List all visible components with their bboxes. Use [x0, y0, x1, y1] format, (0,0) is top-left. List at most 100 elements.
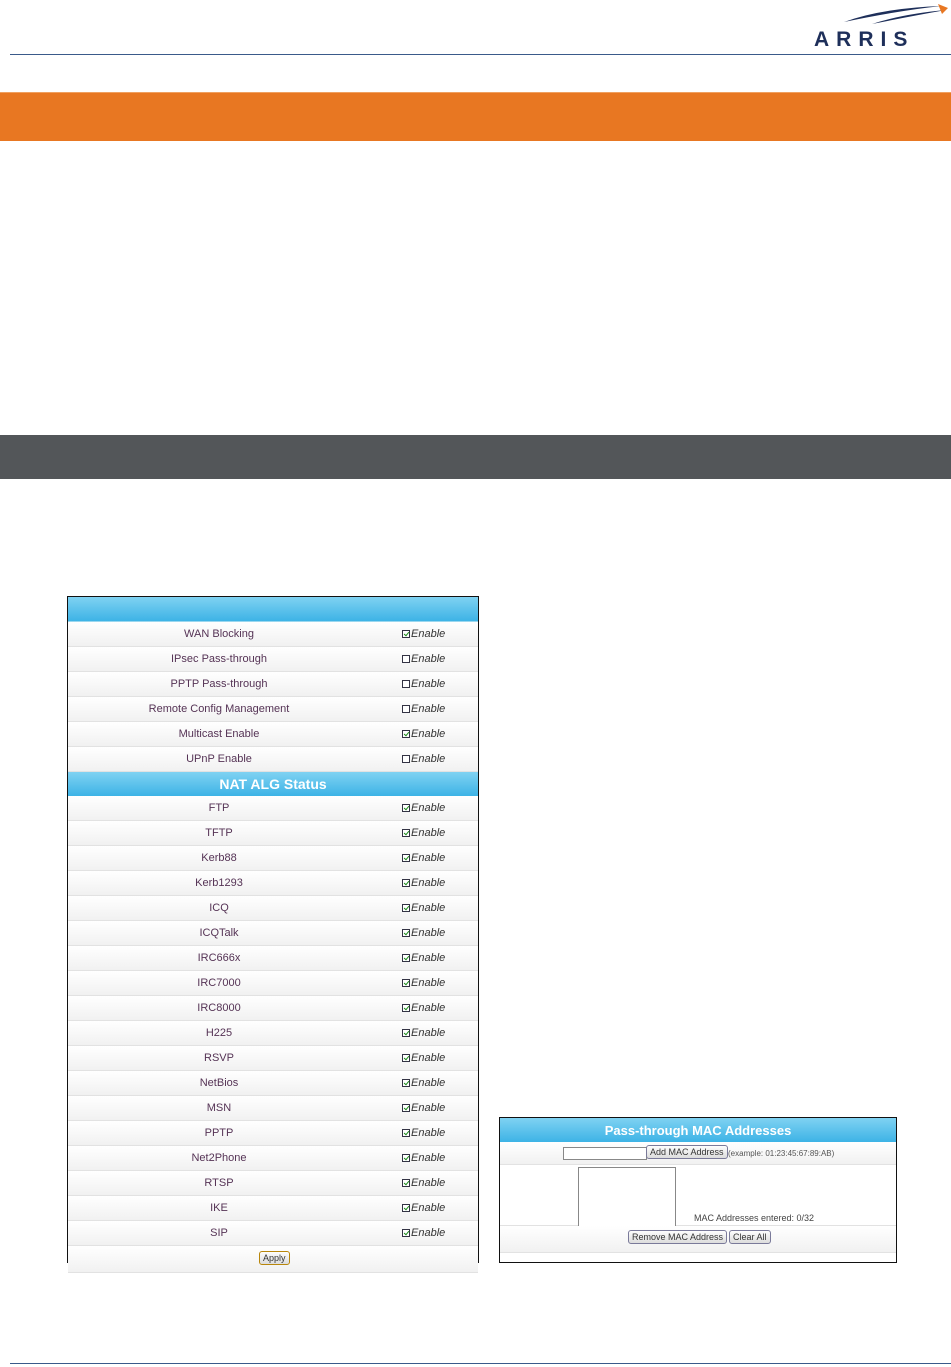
setting-label: Net2Phone [191, 1152, 247, 1164]
enable-checkbox[interactable]: Enable [402, 1127, 445, 1139]
arris-logo: ARRIS [812, 0, 951, 52]
enable-checkbox[interactable]: Enable [402, 1052, 445, 1064]
unchecked-box-icon[interactable] [402, 655, 410, 663]
enable-checkbox[interactable]: Enable [402, 827, 445, 839]
enable-label: Enable [411, 1102, 446, 1114]
enable-checkbox[interactable]: Enable [402, 678, 445, 690]
enable-label: Enable [411, 952, 446, 964]
setting-label: IRC666x [197, 952, 241, 964]
unchecked-box-icon[interactable] [402, 705, 410, 713]
unchecked-box-icon[interactable] [402, 755, 410, 763]
setting-row: IRC666x Enable [68, 946, 478, 971]
setting-row: WAN Blocking Enable [68, 622, 478, 647]
enable-label: Enable [411, 678, 446, 690]
checked-box-icon[interactable] [402, 1154, 410, 1162]
setting-row: ICQTalk Enable [68, 921, 478, 946]
enable-checkbox[interactable]: Enable [402, 753, 445, 765]
checked-box-icon[interactable] [402, 630, 410, 638]
setting-row: IPsec Pass-through Enable [68, 647, 478, 672]
setting-label: Kerb88 [201, 852, 237, 864]
checked-box-icon[interactable] [402, 929, 410, 937]
mac-address-list[interactable] [578, 1167, 676, 1227]
enable-label: Enable [411, 1077, 446, 1089]
setting-label: UPnP Enable [186, 753, 252, 765]
apply-row: Apply [68, 1246, 478, 1273]
checked-box-icon[interactable] [402, 904, 410, 912]
setting-row: PPTP Pass-through Enable [68, 672, 478, 697]
checked-box-icon[interactable] [402, 804, 410, 812]
add-mac-address-button[interactable]: Add MAC Address [646, 1145, 728, 1159]
checked-box-icon[interactable] [402, 730, 410, 738]
enable-checkbox[interactable]: Enable [402, 1102, 445, 1114]
enable-checkbox[interactable]: Enable [402, 852, 445, 864]
setting-label: FTP [208, 802, 230, 814]
remove-mac-address-button[interactable]: Remove MAC Address [628, 1230, 728, 1244]
header-divider [10, 54, 951, 55]
enable-checkbox[interactable]: Enable [402, 977, 445, 989]
enable-checkbox[interactable]: Enable [402, 628, 445, 640]
setting-label: RSVP [204, 1052, 234, 1064]
mac-address-input[interactable] [563, 1147, 647, 1160]
mac-example-text: (example: 01:23:45:67:89:AB) [728, 1149, 835, 1158]
setting-row: Kerb1293 Enable [68, 871, 478, 896]
enable-label: Enable [411, 728, 446, 740]
nat-alg-rows: FTP Enable TFTP Enable Kerb88 Enable Kerb1293 E… [68, 796, 478, 1246]
enable-label: Enable [411, 802, 446, 814]
options-panel-header [68, 597, 478, 622]
unchecked-box-icon[interactable] [402, 680, 410, 688]
checked-box-icon[interactable] [402, 979, 410, 987]
checked-box-icon[interactable] [402, 1079, 410, 1087]
setting-row: IKE Enable [68, 1196, 478, 1221]
enable-checkbox[interactable]: Enable [402, 1002, 445, 1014]
setting-label: PPTP [204, 1127, 234, 1139]
enable-checkbox[interactable]: Enable [402, 1027, 445, 1039]
enable-checkbox[interactable]: Enable [402, 952, 445, 964]
enable-checkbox[interactable]: Enable [402, 728, 445, 740]
enable-label: Enable [411, 852, 446, 864]
setting-row: RSVP Enable [68, 1046, 478, 1071]
setting-label: MSN [206, 1102, 232, 1114]
enable-checkbox[interactable]: Enable [402, 1077, 445, 1089]
checked-box-icon[interactable] [402, 1054, 410, 1062]
mac-actions-row: Remove MAC Address Clear All [500, 1226, 896, 1253]
enable-checkbox[interactable]: Enable [402, 1177, 445, 1189]
passthrough-header: Pass-through MAC Addresses [500, 1118, 896, 1142]
enable-label: Enable [411, 1177, 446, 1189]
enable-label: Enable [411, 703, 446, 715]
checked-box-icon[interactable] [402, 1129, 410, 1137]
checked-box-icon[interactable] [402, 829, 410, 837]
setting-label: TFTP [205, 827, 233, 839]
checked-box-icon[interactable] [402, 1204, 410, 1212]
clear-all-button[interactable]: Clear All [729, 1230, 771, 1244]
checked-box-icon[interactable] [402, 1004, 410, 1012]
checked-box-icon[interactable] [402, 954, 410, 962]
enable-label: Enable [411, 1152, 446, 1164]
logo-text: ARRIS [814, 28, 915, 51]
enable-checkbox[interactable]: Enable [402, 802, 445, 814]
enable-checkbox[interactable]: Enable [402, 703, 445, 715]
apply-button[interactable]: Apply [259, 1251, 290, 1265]
checked-box-icon[interactable] [402, 1104, 410, 1112]
enable-checkbox[interactable]: Enable [402, 1227, 445, 1239]
enable-checkbox[interactable]: Enable [402, 927, 445, 939]
enable-label: Enable [411, 1002, 446, 1014]
mac-entry-row: Add MAC Address (example: 01:23:45:67:89… [500, 1142, 896, 1165]
enable-checkbox[interactable]: Enable [402, 902, 445, 914]
setting-row: MSN Enable [68, 1096, 478, 1121]
setting-row: FTP Enable [68, 796, 478, 821]
logo-swoosh-icon [844, 4, 948, 24]
enable-checkbox[interactable]: Enable [402, 653, 445, 665]
setting-row: Kerb88 Enable [68, 846, 478, 871]
checked-box-icon[interactable] [402, 1229, 410, 1237]
enable-checkbox[interactable]: Enable [402, 877, 445, 889]
checked-box-icon[interactable] [402, 854, 410, 862]
enable-label: Enable [411, 753, 446, 765]
mac-count-text: MAC Addresses entered: 0/32 [694, 1213, 815, 1223]
enable-label: Enable [411, 1127, 446, 1139]
enable-checkbox[interactable]: Enable [402, 1202, 445, 1214]
setting-row: H225 Enable [68, 1021, 478, 1046]
checked-box-icon[interactable] [402, 1029, 410, 1037]
checked-box-icon[interactable] [402, 879, 410, 887]
checked-box-icon[interactable] [402, 1179, 410, 1187]
enable-checkbox[interactable]: Enable [402, 1152, 445, 1164]
